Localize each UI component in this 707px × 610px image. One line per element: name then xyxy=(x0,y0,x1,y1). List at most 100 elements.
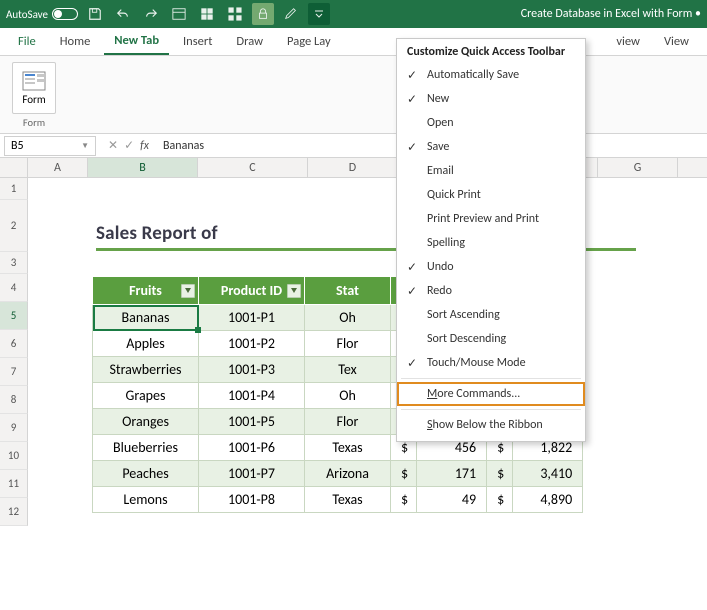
menu-item-new[interactable]: New xyxy=(397,87,585,111)
cell-state[interactable]: Tex xyxy=(305,357,391,383)
filter-icon[interactable] xyxy=(287,284,301,298)
form-button[interactable]: Form xyxy=(12,62,56,114)
tab-view[interactable]: View xyxy=(654,28,699,55)
cell-pid[interactable]: 1001-P8 xyxy=(199,487,305,513)
cell-fruit[interactable]: Apples xyxy=(93,331,199,357)
tab-view-ext[interactable]: view xyxy=(606,28,650,55)
cell-pid[interactable]: 1001-P2 xyxy=(199,331,305,357)
ribbon-tabs: File Home New Tab Insert Draw Page Lay v… xyxy=(0,28,707,56)
cell-fruit[interactable]: Lemons xyxy=(93,487,199,513)
cell-state[interactable]: Oh xyxy=(305,383,391,409)
cell-dollar[interactable]: $ xyxy=(391,487,417,513)
cell-fruit[interactable]: Grapes xyxy=(93,383,199,409)
tab-page-layout[interactable]: Page Lay xyxy=(277,28,341,55)
row-header[interactable]: 2 xyxy=(0,200,28,252)
cell-pid[interactable]: 1001-P5 xyxy=(199,409,305,435)
undo-icon[interactable] xyxy=(112,3,134,25)
menu-item-print-preview[interactable]: Print Preview and Print xyxy=(397,207,585,231)
menu-item-redo[interactable]: Redo xyxy=(397,279,585,303)
row-header[interactable]: 3 xyxy=(0,252,28,274)
accept-icon[interactable]: ✓ xyxy=(124,138,134,153)
tab-new-tab[interactable]: New Tab xyxy=(104,28,169,55)
cell-dollar[interactable]: $ xyxy=(487,487,513,513)
menu-item-sort-desc[interactable]: Sort Descending xyxy=(397,327,585,351)
cell-fruit[interactable]: Strawberries xyxy=(93,357,199,383)
table-header-state[interactable]: Stat xyxy=(305,277,391,305)
filter-icon[interactable] xyxy=(181,284,195,298)
cell-fruit[interactable]: Oranges xyxy=(93,409,199,435)
cell-dollar[interactable]: $ xyxy=(487,461,513,487)
row-header[interactable]: 7 xyxy=(0,358,28,386)
fx-icon[interactable]: fx xyxy=(140,139,149,153)
select-all-corner[interactable] xyxy=(0,158,28,177)
tab-draw[interactable]: Draw xyxy=(226,28,273,55)
redo-icon[interactable] xyxy=(140,3,162,25)
toggle-off-icon[interactable] xyxy=(52,8,78,20)
row-header[interactable]: 4 xyxy=(0,274,28,302)
col-header-g[interactable]: G xyxy=(598,158,678,177)
menu-item-touch-mouse[interactable]: Touch/Mouse Mode xyxy=(397,351,585,375)
tab-file[interactable]: File xyxy=(8,28,46,55)
col-header-a[interactable]: A xyxy=(28,158,88,177)
menu-item-show-below[interactable]: Show Below the Ribbon xyxy=(397,413,585,437)
row-header[interactable]: 12 xyxy=(0,498,28,526)
title-bar: AutoSave Create Database in Excel with F… xyxy=(0,0,707,28)
lock-icon[interactable] xyxy=(252,3,274,25)
cell-sales[interactable]: 3,410 xyxy=(513,461,583,487)
menu-item-undo[interactable]: Undo xyxy=(397,255,585,279)
chevron-down-icon[interactable]: ▼ xyxy=(81,141,89,151)
menu-item-quick-print[interactable]: Quick Print xyxy=(397,183,585,207)
cell-pid[interactable]: 1001-P7 xyxy=(199,461,305,487)
row-header[interactable]: 11 xyxy=(0,470,28,498)
cell-state[interactable]: Flor xyxy=(305,409,391,435)
row-header[interactable]: 8 xyxy=(0,386,28,414)
cell-pid[interactable]: 1001-P3 xyxy=(199,357,305,383)
cell-fruit[interactable]: Bananas xyxy=(93,305,199,331)
menu-item-auto-save[interactable]: Automatically Save xyxy=(397,63,585,87)
formula-buttons: ✕ ✓ fx xyxy=(100,138,157,153)
ribbon-group-label: Form xyxy=(23,116,45,129)
menu-item-sort-asc[interactable]: Sort Ascending xyxy=(397,303,585,327)
formula-bar: B5 ▼ ✕ ✓ fx Bananas xyxy=(0,134,707,158)
cell-fruit[interactable]: Peaches xyxy=(93,461,199,487)
col-header-d[interactable]: D xyxy=(308,158,398,177)
row-header[interactable]: 9 xyxy=(0,414,28,442)
qat-icon-1[interactable] xyxy=(168,3,190,25)
cell-pid[interactable]: 1001-P4 xyxy=(199,383,305,409)
cell-dollar[interactable]: $ xyxy=(391,461,417,487)
cancel-icon[interactable]: ✕ xyxy=(108,138,118,153)
row-header[interactable]: 5 xyxy=(0,302,28,330)
menu-item-open[interactable]: Open xyxy=(397,111,585,135)
menu-item-more-commands[interactable]: More Commands... xyxy=(397,382,585,406)
cell-state[interactable]: Oh xyxy=(305,305,391,331)
row-header[interactable]: 1 xyxy=(0,178,28,200)
row-header[interactable]: 6 xyxy=(0,330,28,358)
cell-pid[interactable]: 1001-P6 xyxy=(199,435,305,461)
cell-pid[interactable]: 1001-P1 xyxy=(199,305,305,331)
qat-icon-3[interactable] xyxy=(224,3,246,25)
menu-item-spelling[interactable]: Spelling xyxy=(397,231,585,255)
cell-state[interactable]: Arizona xyxy=(305,461,391,487)
cell-state[interactable]: Texas xyxy=(305,435,391,461)
menu-item-save[interactable]: Save xyxy=(397,135,585,159)
cell-sales[interactable]: 4,890 xyxy=(513,487,583,513)
cell-state[interactable]: Flor xyxy=(305,331,391,357)
menu-item-email[interactable]: Email xyxy=(397,159,585,183)
cell-price[interactable]: 171 xyxy=(417,461,487,487)
col-header-c[interactable]: C xyxy=(198,158,308,177)
table-header-fruits[interactable]: Fruits xyxy=(93,277,199,305)
tab-home[interactable]: Home xyxy=(50,28,101,55)
customize-qat-dropdown[interactable] xyxy=(308,3,330,25)
save-icon[interactable] xyxy=(84,3,106,25)
cell-price[interactable]: 49 xyxy=(417,487,487,513)
cell-state[interactable]: Texas xyxy=(305,487,391,513)
tab-insert[interactable]: Insert xyxy=(173,28,222,55)
col-header-b[interactable]: B xyxy=(88,158,198,177)
name-box[interactable]: B5 ▼ xyxy=(4,136,96,156)
cell-fruit[interactable]: Blueberries xyxy=(93,435,199,461)
qat-icon-2[interactable] xyxy=(196,3,218,25)
table-header-productid[interactable]: Product ID xyxy=(199,277,305,305)
autosave-toggle[interactable]: AutoSave xyxy=(6,8,78,21)
qat-icon-brush[interactable] xyxy=(280,3,302,25)
row-header[interactable]: 10 xyxy=(0,442,28,470)
